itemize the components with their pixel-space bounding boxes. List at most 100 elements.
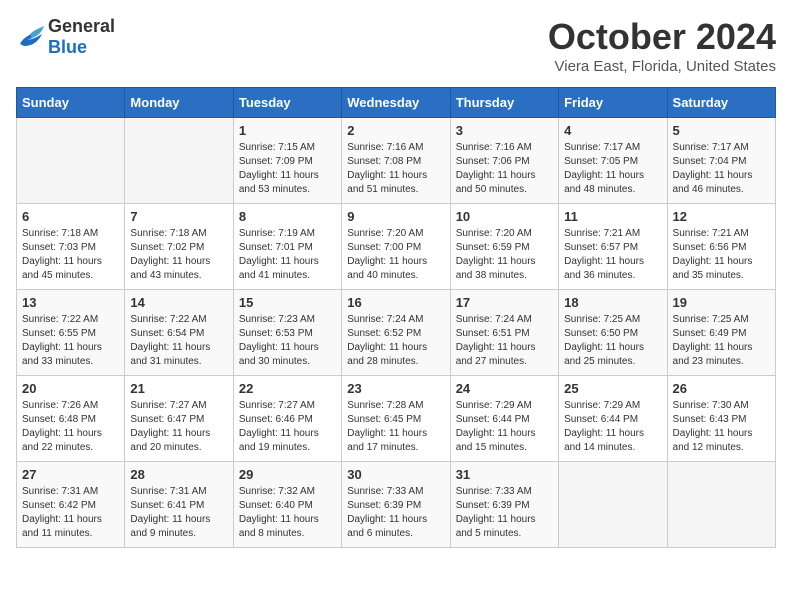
daylight-text: Daylight: 11 hours and 8 minutes. <box>239 513 336 541</box>
calendar-cell: 27 Sunrise: 7:31 AMSunset: 6:42 PMDayligh… <box>17 462 125 548</box>
sunrise-text: Sunrise: 7:29 AM <box>564 399 661 413</box>
daylight-text: Daylight: 11 hours and 14 minutes. <box>564 427 661 455</box>
cell-info: Sunrise: 7:19 AMSunset: 7:01 PMDaylight:… <box>239 227 336 283</box>
sunset-text: Sunset: 6:43 PM <box>673 413 770 427</box>
day-number: 17 <box>456 295 553 310</box>
sunset-text: Sunset: 6:57 PM <box>564 241 661 255</box>
day-number: 27 <box>22 467 119 482</box>
calendar-cell: 31Sunrise: 7:33 AMSunset: 6:39 PMDayligh… <box>450 462 558 548</box>
calendar-cell <box>667 462 775 548</box>
cell-info: Sunrise: 7:31 AMSunset: 6:42 PMDaylight:… <box>22 485 119 541</box>
sunrise-text: Sunrise: 7:18 AM <box>130 227 227 241</box>
sunset-text: Sunset: 7:00 PM <box>347 241 444 255</box>
sunrise-text: Sunrise: 7:21 AM <box>673 227 770 241</box>
calendar-cell: 28Sunrise: 7:31 AMSunset: 6:41 PMDayligh… <box>125 462 233 548</box>
sunset-text: Sunset: 6:49 PM <box>673 327 770 341</box>
calendar-header-row: SundayMondayTuesdayWednesdayThursdayFrid… <box>17 88 776 118</box>
day-number: 26 <box>673 381 770 396</box>
sunset-text: Sunset: 7:09 PM <box>239 155 336 169</box>
calendar-cell: 21Sunrise: 7:27 AMSunset: 6:47 PMDayligh… <box>125 376 233 462</box>
sunrise-text: Sunrise: 7:33 AM <box>347 485 444 499</box>
sunrise-text: Sunrise: 7:20 AM <box>347 227 444 241</box>
sunset-text: Sunset: 7:05 PM <box>564 155 661 169</box>
cell-info: Sunrise: 7:27 AMSunset: 6:46 PMDaylight:… <box>239 399 336 455</box>
cell-info: Sunrise: 7:28 AMSunset: 6:45 PMDaylight:… <box>347 399 444 455</box>
day-number: 11 <box>564 209 661 224</box>
cell-info: Sunrise: 7:27 AMSunset: 6:47 PMDaylight:… <box>130 399 227 455</box>
calendar-cell: 29Sunrise: 7:32 AMSunset: 6:40 PMDayligh… <box>233 462 341 548</box>
cell-info: Sunrise: 7:18 AMSunset: 7:03 PMDaylight:… <box>22 227 119 283</box>
day-number: 18 <box>564 295 661 310</box>
calendar-cell <box>17 118 125 204</box>
calendar-cell: 1Sunrise: 7:15 AMSunset: 7:09 PMDaylight… <box>233 118 341 204</box>
sunset-text: Sunset: 7:01 PM <box>239 241 336 255</box>
day-number: 7 <box>130 209 227 224</box>
daylight-text: Daylight: 11 hours and 46 minutes. <box>673 169 770 197</box>
day-number: 13 <box>22 295 119 310</box>
cell-info: Sunrise: 7:16 AMSunset: 7:06 PMDaylight:… <box>456 141 553 197</box>
cell-info: Sunrise: 7:26 AMSunset: 6:48 PMDaylight:… <box>22 399 119 455</box>
sunrise-text: Sunrise: 7:22 AM <box>22 313 119 327</box>
sunrise-text: Sunrise: 7:19 AM <box>239 227 336 241</box>
day-number: 22 <box>239 381 336 396</box>
calendar-cell <box>125 118 233 204</box>
cell-info: Sunrise: 7:18 AMSunset: 7:02 PMDaylight:… <box>130 227 227 283</box>
sunrise-text: Sunrise: 7:16 AM <box>347 141 444 155</box>
title-section: October 2024 Viera East, Florida, United… <box>548 16 776 75</box>
calendar-cell: 2Sunrise: 7:16 AMSunset: 7:08 PMDaylight… <box>342 118 450 204</box>
cell-info: Sunrise: 7:23 AMSunset: 6:53 PMDaylight:… <box>239 313 336 369</box>
header-sunday: Sunday <box>17 88 125 118</box>
daylight-text: Daylight: 11 hours and 35 minutes. <box>673 255 770 283</box>
header-saturday: Saturday <box>667 88 775 118</box>
calendar-cell: 25 Sunrise: 7:29 AMSunset: 6:44 PMDayligh… <box>559 376 667 462</box>
header-wednesday: Wednesday <box>342 88 450 118</box>
daylight-text: Daylight: 11 hours and 11 minutes. <box>22 513 119 541</box>
sunrise-text: Sunrise: 7:27 AM <box>130 399 227 413</box>
calendar-cell: 24Sunrise: 7:29 AMSunset: 6:44 PMDayligh… <box>450 376 558 462</box>
sunrise-text: Sunrise: 7:25 AM <box>673 313 770 327</box>
day-number: 4 <box>564 123 661 138</box>
daylight-text: Daylight: 11 hours and 28 minutes. <box>347 341 444 369</box>
day-number: 8 <box>239 209 336 224</box>
sunrise-text: Sunrise: 7:23 AM <box>239 313 336 327</box>
sunrise-text: Sunrise: 7:24 AM <box>456 313 553 327</box>
calendar-cell: 15Sunrise: 7:23 AMSunset: 6:53 PMDayligh… <box>233 290 341 376</box>
cell-info: Sunrise: 7:30 AMSunset: 6:43 PMDaylight:… <box>673 399 770 455</box>
calendar-cell: 3Sunrise: 7:16 AMSunset: 7:06 PMDaylight… <box>450 118 558 204</box>
location-subtitle: Viera East, Florida, United States <box>548 58 776 75</box>
cell-info: Sunrise: 7:25 AMSunset: 6:50 PMDaylight:… <box>564 313 661 369</box>
calendar-cell <box>559 462 667 548</box>
header-monday: Monday <box>125 88 233 118</box>
cell-info: Sunrise: 7:33 AMSunset: 6:39 PMDaylight:… <box>456 485 553 541</box>
sunrise-text: Sunrise: 7:27 AM <box>239 399 336 413</box>
sunset-text: Sunset: 6:54 PM <box>130 327 227 341</box>
sunrise-text: Sunrise: 7:33 AM <box>456 485 553 499</box>
sunset-text: Sunset: 6:44 PM <box>564 413 661 427</box>
sunrise-text: Sunrise: 7:18 AM <box>22 227 119 241</box>
daylight-text: Daylight: 11 hours and 15 minutes. <box>456 427 553 455</box>
cell-info: Sunrise: 7:17 AMSunset: 7:04 PMDaylight:… <box>673 141 770 197</box>
sunrise-text: Sunrise: 7:15 AM <box>239 141 336 155</box>
cell-info: Sunrise: 7:21 AMSunset: 6:57 PMDaylight:… <box>564 227 661 283</box>
sunset-text: Sunset: 6:51 PM <box>456 327 553 341</box>
day-number: 9 <box>347 209 444 224</box>
logo-icon <box>16 26 44 48</box>
sunrise-text: Sunrise: 7:29 AM <box>456 399 553 413</box>
sunset-text: Sunset: 6:41 PM <box>130 499 227 513</box>
calendar-week-3: 13Sunrise: 7:22 AMSunset: 6:55 PMDayligh… <box>17 290 776 376</box>
day-number: 25 <box>564 381 661 396</box>
sunset-text: Sunset: 6:45 PM <box>347 413 444 427</box>
sunset-text: Sunset: 6:39 PM <box>347 499 444 513</box>
day-number: 12 <box>673 209 770 224</box>
sunrise-text: Sunrise: 7:28 AM <box>347 399 444 413</box>
cell-info: Sunrise: 7:25 AMSunset: 6:49 PMDaylight:… <box>673 313 770 369</box>
calendar-cell: 13Sunrise: 7:22 AMSunset: 6:55 PMDayligh… <box>17 290 125 376</box>
daylight-text: Daylight: 11 hours and 19 minutes. <box>239 427 336 455</box>
logo-text: General Blue <box>48 16 115 58</box>
sunset-text: Sunset: 7:04 PM <box>673 155 770 169</box>
daylight-text: Daylight: 11 hours and 51 minutes. <box>347 169 444 197</box>
calendar-cell: 18 Sunrise: 7:25 AMSunset: 6:50 PMDayligh… <box>559 290 667 376</box>
day-number: 19 <box>673 295 770 310</box>
sunrise-text: Sunrise: 7:26 AM <box>22 399 119 413</box>
calendar-cell: 14Sunrise: 7:22 AMSunset: 6:54 PMDayligh… <box>125 290 233 376</box>
